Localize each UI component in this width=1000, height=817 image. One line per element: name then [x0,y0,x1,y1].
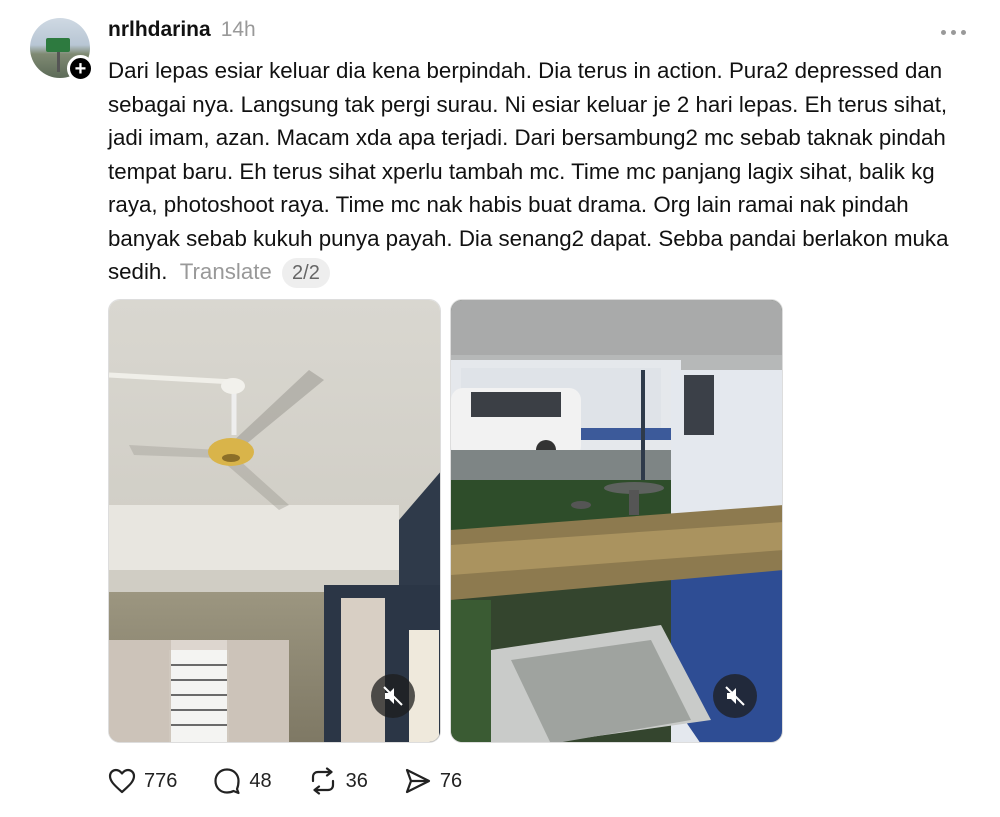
translate-link[interactable]: Translate [180,259,272,284]
video-thumbnail-outdoor[interactable] [450,299,783,743]
repost-button[interactable]: 36 [308,767,368,795]
comment-count: 48 [249,769,272,792]
repost-count: 36 [345,769,368,792]
share-count: 76 [439,769,463,792]
heart-icon [108,768,136,794]
speech-bubble-icon [214,768,240,795]
post-time: 14h [220,18,256,41]
post-actions: 776 48 36 76 [108,762,498,800]
post-header: nrlhdarina 14h [108,18,256,46]
share-button[interactable]: 76 [404,767,462,795]
username[interactable]: nrlhdarina [108,18,211,42]
like-button[interactable]: 776 [108,768,177,794]
video-thumbnail-ceiling-fan[interactable] [108,299,441,743]
post-text: Dari lepas esiar keluar dia kena berpind… [108,58,949,284]
send-icon [405,768,430,794]
dot [960,29,966,35]
like-count: 776 [144,769,178,792]
avatar-sign-shape [46,38,70,52]
post-body: Dari lepas esiar keluar dia kena berpind… [108,54,978,289]
page-indicator-badge: 2/2 [282,258,330,288]
mute-toggle-button[interactable] [713,674,757,718]
mute-toggle-button[interactable] [371,674,415,718]
muted-speaker-icon [383,686,403,706]
repost-icon [311,767,334,795]
dot [940,29,946,35]
dot [950,29,956,35]
muted-speaker-icon [725,686,745,706]
avatar-pole-shape [57,52,60,72]
more-dots-icon[interactable] [936,22,970,42]
avatar-container[interactable]: + [30,18,94,82]
comment-button[interactable]: 48 [213,767,272,795]
follow-plus-icon[interactable]: + [67,55,94,82]
